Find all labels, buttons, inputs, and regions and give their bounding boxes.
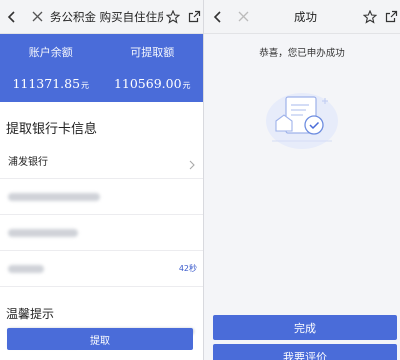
close-icon[interactable] bbox=[28, 11, 46, 22]
share-icon[interactable] bbox=[382, 10, 400, 23]
navbar: 务公积金 购买自住住房提 bbox=[0, 0, 203, 34]
close-icon[interactable] bbox=[234, 11, 252, 22]
back-icon[interactable] bbox=[208, 10, 228, 24]
done-button[interactable]: 完成 bbox=[213, 315, 397, 340]
countdown-timer: 42秒 bbox=[178, 264, 197, 273]
withdraw-screen: 务公积金 购买自住住房提 账户余额 111371.85元 可提取额 110569… bbox=[0, 0, 203, 360]
verification-code-field[interactable]: 42秒 bbox=[0, 251, 203, 287]
bank-name: 浦发银行 bbox=[8, 157, 48, 168]
success-illustration bbox=[262, 85, 342, 155]
withdrawable-amount: 可提取额 110569.00元 bbox=[102, 34, 204, 102]
bank-select-row[interactable]: 浦发银行 bbox=[0, 143, 203, 179]
balance-panel: 账户余额 111371.85元 可提取额 110569.00元 bbox=[0, 34, 203, 102]
success-message: 恭喜，您已申办成功 bbox=[259, 48, 345, 59]
withdrawable-label: 可提取额 bbox=[130, 46, 175, 59]
page-title: 成功 bbox=[294, 9, 317, 24]
account-balance-label: 账户余额 bbox=[28, 46, 73, 59]
star-icon[interactable] bbox=[165, 9, 181, 24]
navbar: 成功 bbox=[204, 0, 400, 34]
success-screen: 成功 恭喜，您已申办成功 完成 我要评价 bbox=[204, 0, 400, 360]
account-balance-value: 111371.85元 bbox=[12, 76, 90, 91]
tips-title: 温馨提示 bbox=[6, 307, 55, 321]
chevron-right-icon bbox=[189, 155, 195, 174]
rate-button[interactable]: 我要评价 bbox=[213, 344, 397, 360]
share-icon[interactable] bbox=[185, 10, 203, 23]
account-balance: 账户余额 111371.85元 bbox=[0, 34, 102, 102]
phone-field[interactable] bbox=[0, 215, 203, 251]
masked-phone-number bbox=[8, 228, 78, 237]
bank-section-title: 提取银行卡信息 bbox=[6, 122, 98, 137]
star-icon[interactable] bbox=[362, 9, 378, 24]
card-number-field[interactable] bbox=[0, 179, 203, 215]
masked-card-number bbox=[8, 192, 100, 201]
masked-code bbox=[8, 264, 44, 273]
withdrawable-value: 110569.00元 bbox=[113, 76, 191, 91]
back-icon[interactable] bbox=[2, 10, 22, 24]
page-title: 务公积金 购买自住住房提 bbox=[50, 9, 163, 24]
withdraw-button[interactable]: 提取 bbox=[7, 328, 193, 350]
